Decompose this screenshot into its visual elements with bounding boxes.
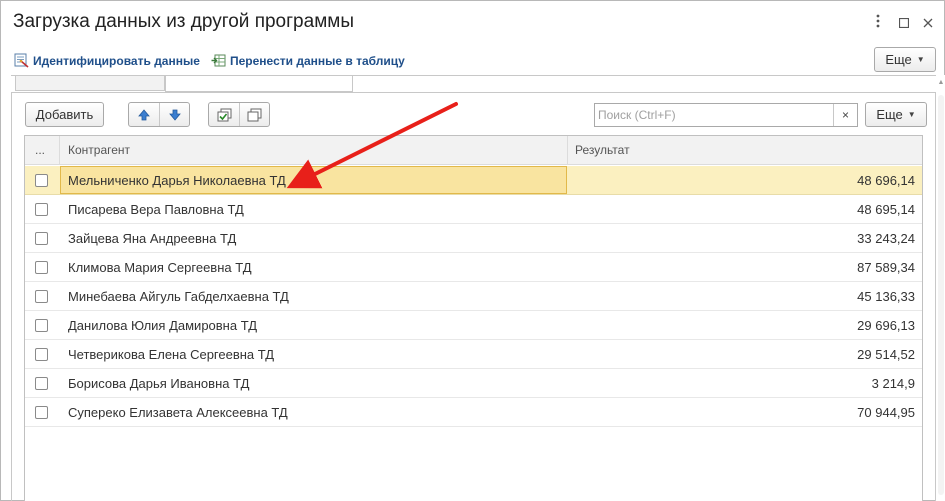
result-value: 3 214,9 xyxy=(871,376,915,391)
add-button[interactable]: Добавить xyxy=(25,102,104,127)
identify-data-button[interactable]: Идентифицировать данные xyxy=(14,53,200,68)
more-label-table: Еще xyxy=(876,107,903,122)
row-checkbox[interactable] xyxy=(35,290,48,303)
check-buttons xyxy=(208,102,270,127)
counterparty-name: Мельниченко Дарья Николаевна ТД xyxy=(68,173,286,188)
row-checkbox[interactable] xyxy=(35,174,48,187)
column-divider xyxy=(567,136,568,164)
table-row[interactable]: Четверикова Елена Сергеевна ТД 29 514,52 xyxy=(25,340,922,369)
table-row[interactable]: Писарева Вера Павловна ТД 48 695,14 xyxy=(25,195,922,224)
column-header-counterparty[interactable]: Контрагент xyxy=(68,136,130,164)
result-value: 87 589,34 xyxy=(857,260,915,275)
more-label-top: Еще xyxy=(885,52,912,67)
counterparty-name: Данилова Юлия Дамировна ТД xyxy=(68,318,258,333)
row-checkbox[interactable] xyxy=(35,406,48,419)
tab-first[interactable] xyxy=(15,76,165,91)
column-divider xyxy=(59,136,60,164)
tab-strip xyxy=(15,76,355,92)
counterparty-name: Зайцева Яна Андреевна ТД xyxy=(68,231,237,246)
table-row[interactable]: Данилова Юлия Дамировна ТД 29 696,13 xyxy=(25,311,922,340)
counterparty-name: Климова Мария Сергеевна ТД xyxy=(68,260,252,275)
more-menu-button-table[interactable]: Еще ▼ xyxy=(865,102,927,127)
chevron-down-icon: ▼ xyxy=(907,110,916,119)
table-row[interactable]: Зайцева Яна Андреевна ТД 33 243,24 xyxy=(25,224,922,253)
table-header: ... Контрагент Результат xyxy=(25,136,922,165)
table-row[interactable]: Мельниченко Дарья Николаевна ТД 48 696,14 xyxy=(25,166,922,195)
search-clear-button[interactable]: × xyxy=(833,104,857,126)
vertical-scrollbar[interactable]: ▲ xyxy=(936,75,945,501)
scrollbar-thumb[interactable] xyxy=(938,95,944,495)
more-menu-button-top[interactable]: Еще ▼ xyxy=(874,47,936,72)
counterparty-name: Минебаева Айгуль Габделхаевна ТД xyxy=(68,289,289,304)
counterparty-name: Четверикова Елена Сергеевна ТД xyxy=(68,347,275,362)
scroll-up-icon[interactable]: ▲ xyxy=(937,79,945,86)
tab-second[interactable] xyxy=(165,76,353,92)
window-title: Загрузка данных из другой программы xyxy=(13,11,354,32)
table-row[interactable]: Суперeко Елизавета Алексеевна ТД 70 944,9… xyxy=(25,398,922,427)
counterparty-name: Борисова Дарья Ивановна ТД xyxy=(68,376,250,391)
table-row[interactable]: Климова Мария Сергеевна ТД 87 589,34 xyxy=(25,253,922,282)
counterparty-table: ... Контрагент Результат Мельниченко Дар… xyxy=(24,135,923,501)
kebab-menu-icon[interactable] xyxy=(869,14,887,32)
row-checkbox[interactable] xyxy=(35,348,48,361)
result-value: 70 944,95 xyxy=(857,405,915,420)
column-header-result[interactable]: Результат xyxy=(575,136,630,164)
close-icon[interactable] xyxy=(919,14,937,32)
result-value: 29 696,13 xyxy=(857,318,915,333)
search-field: × xyxy=(594,103,858,127)
table-row[interactable]: Борисова Дарья Ивановна ТД 3 214,9 xyxy=(25,369,922,398)
arrow-down-icon[interactable] xyxy=(159,103,189,126)
identify-data-label: Идентифицировать данные xyxy=(33,53,200,68)
command-bar: Идентифицировать данные Перенести данные… xyxy=(1,45,945,75)
arrow-up-icon[interactable] xyxy=(129,103,159,126)
transfer-table-icon xyxy=(211,53,226,68)
row-checkbox[interactable] xyxy=(35,203,48,216)
uncheck-all-icon[interactable] xyxy=(239,103,269,126)
counterparty-name: Суперeко Елизавета Алексеевна ТД xyxy=(68,405,288,420)
title-bar: Загрузка данных из другой программы xyxy=(1,1,945,43)
result-value: 45 136,33 xyxy=(857,289,915,304)
maximize-icon[interactable] xyxy=(895,14,913,32)
check-all-icon[interactable] xyxy=(209,103,239,126)
chevron-down-icon: ▼ xyxy=(916,55,925,64)
result-value: 48 695,14 xyxy=(857,202,915,217)
result-value: 48 696,14 xyxy=(857,173,915,188)
result-value: 33 243,24 xyxy=(857,231,915,246)
transfer-to-table-label: Перенести данные в таблицу xyxy=(230,53,405,68)
table-row[interactable]: Минебаева Айгуль Габделхаевна ТД 45 136,3… xyxy=(25,282,922,311)
transfer-to-table-button[interactable]: Перенести данные в таблицу xyxy=(211,53,405,68)
row-checkbox[interactable] xyxy=(35,261,48,274)
row-checkbox[interactable] xyxy=(35,232,48,245)
column-header-marker[interactable]: ... xyxy=(35,136,45,164)
search-input[interactable] xyxy=(595,104,831,126)
result-value: 29 514,52 xyxy=(857,347,915,362)
counterparty-name: Писарева Вера Павловна ТД xyxy=(68,202,244,217)
row-checkbox[interactable] xyxy=(35,377,48,390)
move-buttons xyxy=(128,102,190,127)
add-label: Добавить xyxy=(35,107,94,122)
row-checkbox[interactable] xyxy=(35,319,48,332)
dialog-window: Загрузка данных из другой программы Иден… xyxy=(0,0,945,501)
identify-icon xyxy=(14,53,29,68)
